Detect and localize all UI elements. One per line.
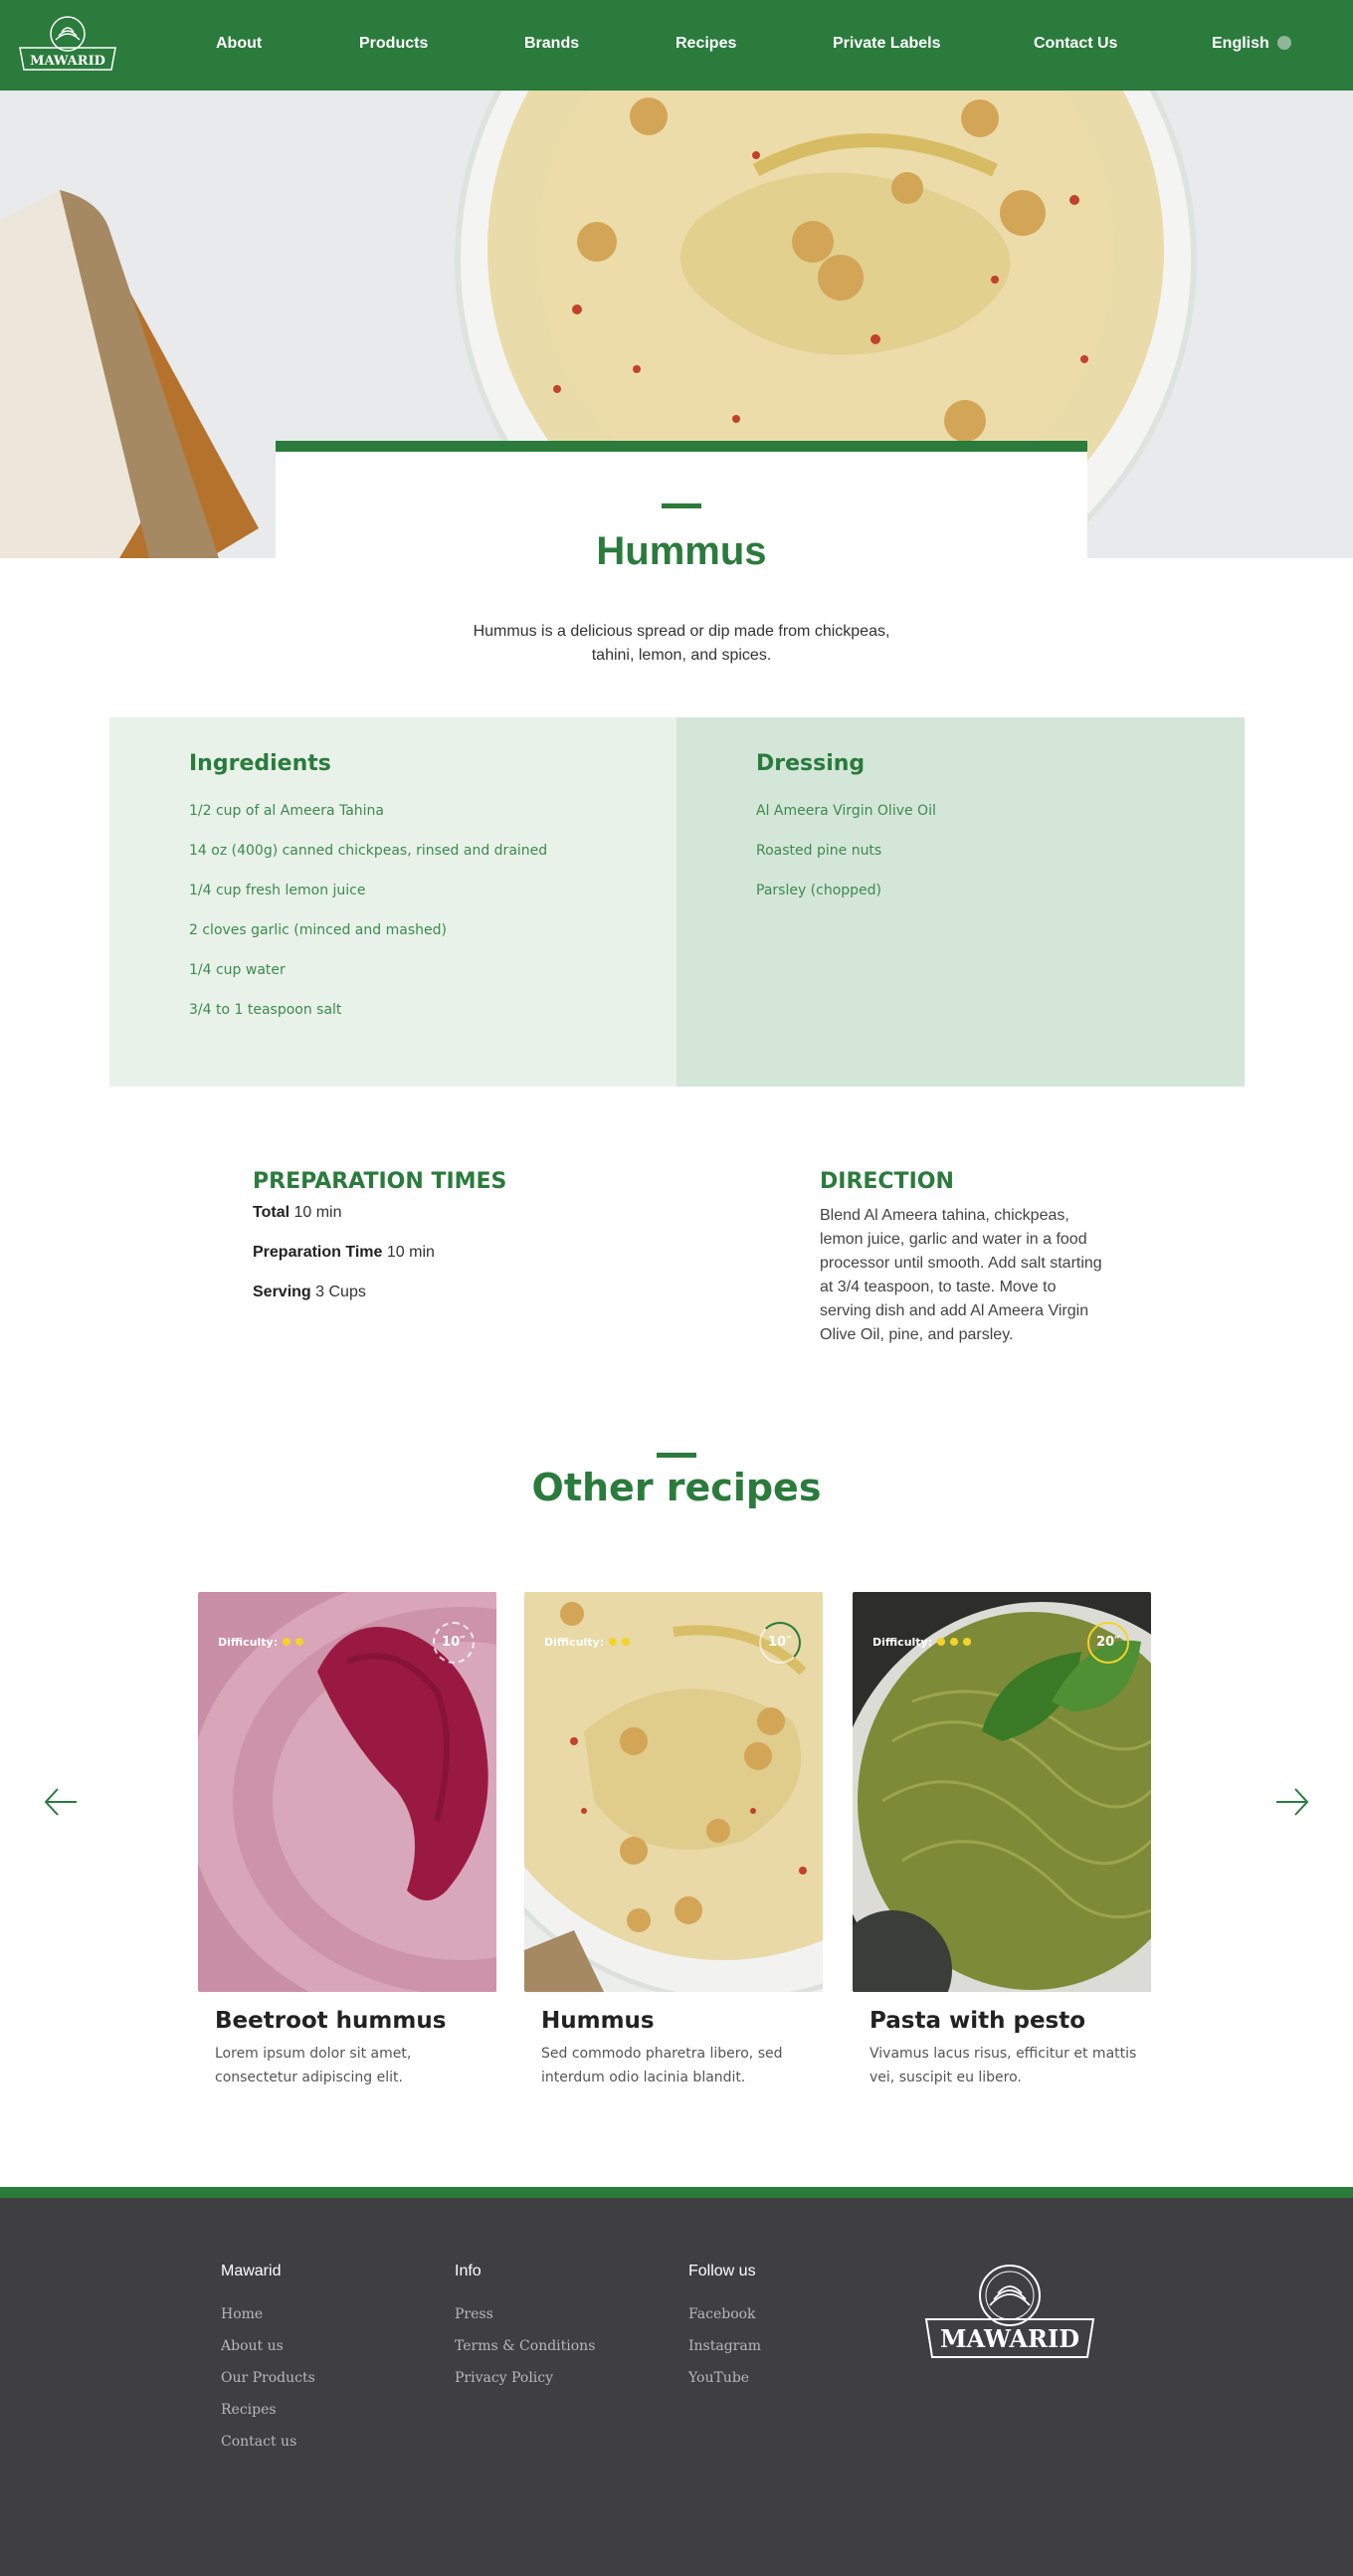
footer-column-title: Info bbox=[455, 2263, 482, 2279]
recipe-card-image[interactable]: Difficulty: 10″ bbox=[198, 1592, 496, 1992]
carousel-prev-arrow-icon[interactable] bbox=[43, 1784, 79, 1820]
difficulty-label: Difficulty: bbox=[872, 1636, 933, 1649]
difficulty-dot-icon bbox=[950, 1638, 959, 1646]
difficulty-indicator: Difficulty: bbox=[218, 1636, 304, 1649]
nav-private-labels[interactable]: Private Labels bbox=[833, 35, 941, 53]
footer-mawarid-logo: MAWARID bbox=[924, 2265, 1095, 2358]
prep-label: Serving bbox=[253, 1284, 311, 1300]
dressing-title: Dressing bbox=[756, 751, 866, 776]
footer-column-follow-us: Follow us Facebook Instagram YouTube bbox=[688, 2263, 761, 2402]
footer-link-about-us[interactable]: About us bbox=[221, 2338, 315, 2370]
prep-label: Total bbox=[253, 1204, 290, 1221]
footer-link-facebook[interactable]: Facebook bbox=[688, 2306, 761, 2338]
nav-contact-us[interactable]: Contact Us bbox=[1034, 35, 1117, 53]
svg-text:MAWARID: MAWARID bbox=[940, 2324, 1079, 2353]
direction-text: Blend Al Ameera tahina, chickpeas, lemon… bbox=[820, 1207, 1102, 1343]
direction-title: DIRECTION bbox=[820, 1169, 954, 1194]
globe-icon bbox=[1276, 36, 1291, 50]
ingredient-item: 1/4 cup fresh lemon juice bbox=[189, 883, 366, 898]
recipe-card-title[interactable]: Pasta with pesto bbox=[870, 2008, 1151, 2034]
other-recipes-title: Other recipes bbox=[531, 1466, 822, 1509]
language-selector[interactable]: English bbox=[1212, 35, 1291, 53]
prep-serving: Serving 3 Cups bbox=[253, 1284, 366, 1301]
footer-link-youtube[interactable]: YouTube bbox=[688, 2370, 761, 2402]
difficulty-dot-icon bbox=[937, 1638, 946, 1646]
nav-brands[interactable]: Brands bbox=[524, 35, 579, 53]
footer-accent-bar bbox=[0, 2187, 1353, 2198]
difficulty-label: Difficulty: bbox=[218, 1636, 279, 1649]
mawarid-logo[interactable]: MAWARID bbox=[16, 14, 119, 76]
difficulty-dot-icon bbox=[283, 1638, 291, 1646]
recipe-card-hummus[interactable]: Difficulty: 10″ Hummus Sed commodo phare… bbox=[524, 1592, 823, 2089]
footer-link-recipes[interactable]: Recipes bbox=[221, 2402, 315, 2434]
difficulty-dot-icon bbox=[622, 1638, 631, 1646]
difficulty-dot-icon bbox=[295, 1638, 304, 1646]
footer-link-press[interactable]: Press bbox=[455, 2306, 595, 2338]
difficulty-indicator: Difficulty: bbox=[872, 1636, 972, 1649]
dressing-panel: Dressing Al Ameera Virgin Olive Oil Roas… bbox=[676, 717, 1245, 1087]
footer-link-privacy[interactable]: Privacy Policy bbox=[455, 2370, 595, 2402]
dressing-list: Al Ameera Virgin Olive Oil Roasted pine … bbox=[756, 803, 936, 922]
difficulty-label: Difficulty: bbox=[544, 1636, 605, 1649]
preparation-times-title: PREPARATION TIMES bbox=[253, 1169, 507, 1194]
ingredients-title: Ingredients bbox=[189, 751, 331, 776]
recipe-card-beetroot-hummus[interactable]: Difficulty: 10″ Beetroot hummus Lorem ip… bbox=[198, 1592, 496, 2089]
prep-total: Total 10 min bbox=[253, 1204, 342, 1222]
difficulty-dot-icon bbox=[963, 1638, 972, 1646]
prep-label: Preparation Time bbox=[253, 1244, 383, 1261]
carousel-next-arrow-icon[interactable] bbox=[1274, 1784, 1310, 1820]
difficulty-dot-icon bbox=[609, 1638, 618, 1646]
language-label: English bbox=[1212, 35, 1269, 52]
ingredient-item: 2 cloves garlic (minced and mashed) bbox=[189, 922, 447, 938]
ingredient-item: 3/4 to 1 teaspoon salt bbox=[189, 1002, 342, 1018]
dressing-item: Parsley (chopped) bbox=[756, 883, 882, 898]
difficulty-indicator: Difficulty: bbox=[544, 1636, 631, 1649]
recipe-description: Hummus is a delicious spread or dip made… bbox=[473, 623, 890, 664]
recipe-card-description: Vivamus lacus risus, efficitur et mattis… bbox=[870, 2046, 1137, 2085]
ingredients-list: 1/2 cup of al Ameera Tahina 14 oz (400g)… bbox=[189, 803, 547, 1042]
nav-about[interactable]: About bbox=[216, 35, 262, 53]
time-badge: 10″ bbox=[759, 1622, 801, 1664]
footer-link-terms[interactable]: Terms & Conditions bbox=[455, 2338, 595, 2370]
dressing-item: Al Ameera Virgin Olive Oil bbox=[756, 803, 936, 819]
footer-column-title: Follow us bbox=[688, 2263, 756, 2279]
top-navigation: MAWARID About Products Brands Recipes Pr… bbox=[0, 0, 1353, 91]
prep-value: 10 min bbox=[386, 1244, 435, 1261]
footer-link-contact-us[interactable]: Contact us bbox=[221, 2434, 315, 2466]
recipe-card-image[interactable]: Difficulty: 20″ bbox=[853, 1592, 1151, 1992]
other-recipes-accent-bar bbox=[657, 1453, 696, 1458]
nav-products[interactable]: Products bbox=[359, 35, 428, 53]
footer-column-title: Mawarid bbox=[221, 2263, 282, 2279]
footer: Mawarid Home About us Our Products Recip… bbox=[0, 2198, 1353, 2576]
ingredient-item: 1/4 cup water bbox=[189, 962, 286, 978]
dressing-item: Roasted pine nuts bbox=[756, 843, 882, 859]
prep-value: 3 Cups bbox=[315, 1284, 366, 1300]
recipe-card-title[interactable]: Hummus bbox=[541, 2008, 823, 2034]
recipe-card-image[interactable]: Difficulty: 10″ bbox=[524, 1592, 823, 1992]
prep-preparation-time: Preparation Time 10 min bbox=[253, 1244, 435, 1262]
footer-link-instagram[interactable]: Instagram bbox=[688, 2338, 761, 2370]
recipe-card-description: Lorem ipsum dolor sit amet, consectetur … bbox=[215, 2046, 412, 2085]
time-badge: 10″ bbox=[433, 1622, 475, 1664]
nav-recipes[interactable]: Recipes bbox=[676, 35, 736, 53]
footer-column-info: Info Press Terms & Conditions Privacy Po… bbox=[455, 2263, 595, 2402]
footer-link-home[interactable]: Home bbox=[221, 2306, 315, 2338]
svg-text:MAWARID: MAWARID bbox=[30, 54, 105, 69]
footer-column-mawarid: Mawarid Home About us Our Products Recip… bbox=[221, 2263, 315, 2466]
ingredients-panel: Ingredients 1/2 cup of al Ameera Tahina … bbox=[109, 717, 676, 1087]
recipe-card-description: Sed commodo pharetra libero, sed interdu… bbox=[541, 2046, 783, 2085]
recipe-card-pasta-with-pesto[interactable]: Difficulty: 20″ Pasta with pesto Vivamus… bbox=[853, 1592, 1151, 2089]
page-title: Hummus bbox=[596, 529, 767, 573]
prep-value: 10 min bbox=[293, 1204, 342, 1221]
ingredient-item: 14 oz (400g) canned chickpeas, rinsed an… bbox=[189, 843, 548, 859]
footer-link-our-products[interactable]: Our Products bbox=[221, 2370, 315, 2402]
ingredient-item: 1/2 cup of al Ameera Tahina bbox=[189, 803, 385, 819]
title-accent-bar bbox=[662, 503, 701, 508]
recipe-card-title[interactable]: Beetroot hummus bbox=[215, 2008, 496, 2034]
time-badge: 20″ bbox=[1087, 1622, 1129, 1664]
